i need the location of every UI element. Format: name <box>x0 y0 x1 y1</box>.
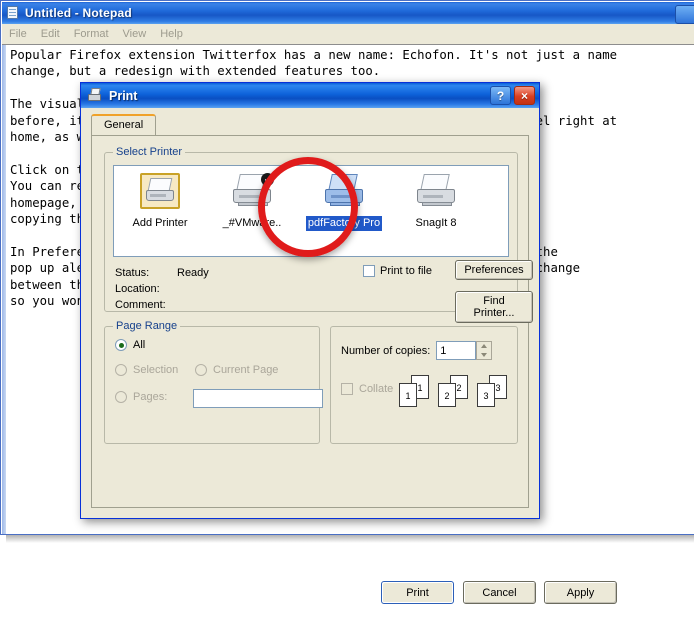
copies-value: 1 <box>440 344 447 357</box>
printer-item-add-printer[interactable]: Add Printer <box>114 172 206 231</box>
checkbox-box[interactable] <box>363 265 375 277</box>
menu-item-format[interactable]: Format <box>67 26 116 42</box>
print-to-file-checkbox[interactable]: Print to file <box>363 265 432 277</box>
status-label: Status: <box>115 267 150 279</box>
print-to-file-label: Print to file <box>380 265 432 277</box>
page-range-legend: Page Range <box>113 320 181 332</box>
find-printer-button[interactable]: Find Printer... <box>455 291 533 323</box>
spinner-down-icon[interactable] <box>481 352 488 357</box>
add-printer-icon <box>137 172 183 212</box>
radio-selection[interactable]: Selection <box>115 364 178 376</box>
collate-sheet-group: 3 3 <box>477 375 509 413</box>
notepad-window-title: Untitled - Notepad <box>25 6 132 20</box>
radio-button[interactable] <box>115 364 127 376</box>
help-button[interactable]: ? <box>490 86 511 105</box>
dialog-footer: Print Cancel Apply <box>82 581 617 621</box>
menu-item-file[interactable]: File <box>2 26 34 42</box>
menu-item-help[interactable]: Help <box>153 26 190 42</box>
annotation-highlight-circle <box>258 157 358 257</box>
copies-row: Number of copies: 1 <box>341 341 493 360</box>
tab-strip: General <box>91 114 529 136</box>
print-dialog: Print ? × General Select Printer Add Pri… <box>80 82 617 604</box>
radio-button[interactable] <box>115 339 127 351</box>
sheet-front: 2 <box>438 383 456 407</box>
printer-name: SnagIt 8 <box>415 217 457 229</box>
window-drop-shadow <box>6 535 694 543</box>
location-label: Location: <box>115 283 160 295</box>
copies-group: Number of copies: 1 Collate 1 1 2 2 3 3 <box>330 326 518 444</box>
print-dialog-title: Print <box>109 88 138 103</box>
cancel-button[interactable]: Cancel <box>463 581 536 604</box>
apply-button[interactable]: Apply <box>544 581 617 604</box>
close-icon[interactable]: × <box>514 86 535 105</box>
notepad-document-icon <box>6 6 20 20</box>
radio-button[interactable] <box>115 391 127 403</box>
menu-item-edit[interactable]: Edit <box>34 26 67 42</box>
comment-label: Comment: <box>115 299 166 311</box>
printer-icon <box>413 172 459 212</box>
copies-spinner[interactable] <box>476 341 493 360</box>
pages-input[interactable] <box>193 389 323 408</box>
copies-input[interactable]: 1 <box>436 341 493 360</box>
collate-sheet-group: 2 2 <box>438 375 470 413</box>
radio-label: All <box>133 339 146 351</box>
radio-label: Current Page <box>213 364 279 376</box>
radio-button[interactable] <box>195 364 207 376</box>
sheet-front: 1 <box>399 383 417 407</box>
radio-label: Pages: <box>133 391 168 403</box>
sheet-front: 3 <box>477 383 495 407</box>
collate-checkbox[interactable]: Collate <box>341 383 393 395</box>
checkbox-box[interactable] <box>341 383 353 395</box>
printer-name: Add Printer <box>132 217 188 229</box>
copies-label: Number of copies: <box>341 344 431 357</box>
printer-icon <box>87 88 103 103</box>
spinner-up-icon[interactable] <box>481 344 488 349</box>
print-dialog-titlebar[interactable]: Print ? × <box>81 83 539 108</box>
page-range-group: Page Range All Selection Current Page Pa… <box>104 320 323 444</box>
radio-current-page[interactable]: Current Page <box>195 364 278 376</box>
collate-preview: 1 1 2 2 3 3 <box>399 375 511 413</box>
tab-general[interactable]: General <box>91 114 157 136</box>
notepad-menubar: File Edit Format View Help <box>2 24 694 45</box>
printer-item-snagit-8[interactable]: SnagIt 8 <box>390 172 482 231</box>
radio-all[interactable]: All <box>115 339 145 351</box>
collate-sheet-group: 1 1 <box>399 375 431 413</box>
menu-item-view[interactable]: View <box>116 26 154 42</box>
radio-label: Selection <box>133 364 179 376</box>
radio-pages[interactable]: Pages: <box>115 391 167 403</box>
select-printer-legend: Select Printer <box>113 146 186 158</box>
preferences-button[interactable]: Preferences <box>455 260 533 280</box>
collate-label: Collate <box>359 383 394 395</box>
notepad-titlebar[interactable]: Untitled - Notepad <box>2 2 694 24</box>
text-area-left-rail <box>2 45 6 534</box>
minimize-button[interactable] <box>675 5 694 24</box>
print-button[interactable]: Print <box>381 581 454 604</box>
status-value: Ready <box>177 267 209 279</box>
